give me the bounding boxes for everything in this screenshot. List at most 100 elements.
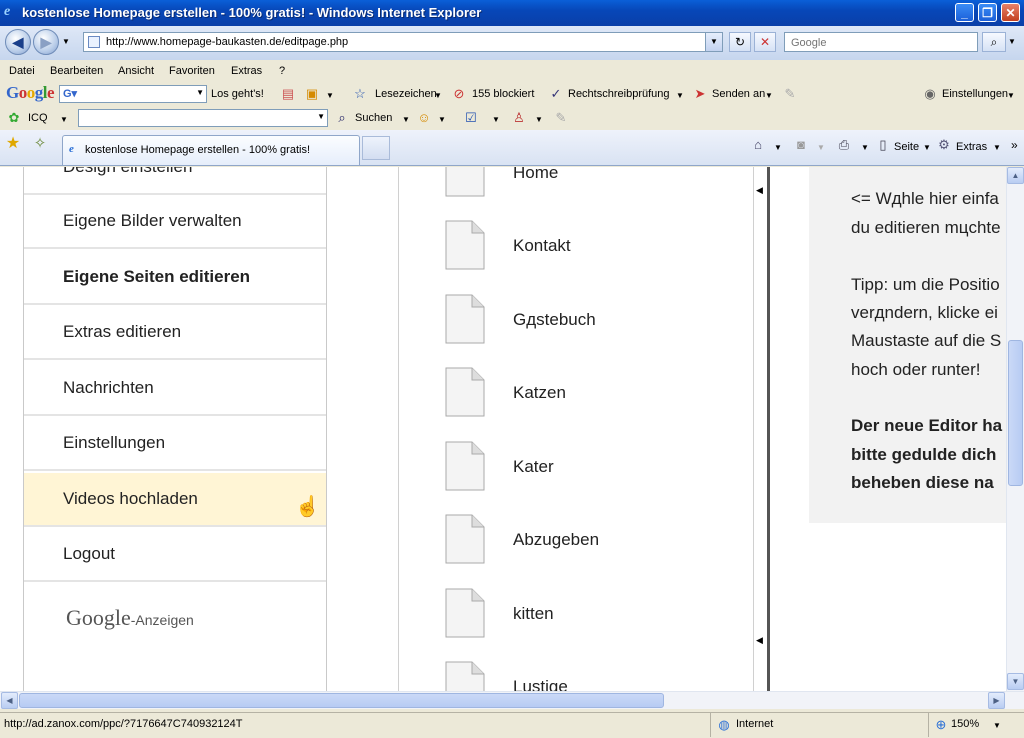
popup-blocker-icon[interactable]: ⊘ bbox=[451, 86, 467, 102]
google-search-button[interactable]: Los geht's! bbox=[211, 88, 264, 100]
search-box[interactable] bbox=[784, 32, 978, 52]
list-item[interactable]: Home bbox=[445, 167, 745, 221]
address-dropdown-icon[interactable]: ▼ bbox=[705, 33, 722, 51]
back-button[interactable]: ◀ bbox=[5, 29, 31, 55]
search-input[interactable] bbox=[789, 34, 973, 52]
user-icon[interactable]: ♙ bbox=[511, 110, 527, 126]
page-menu-icon[interactable]: ▯ bbox=[875, 137, 891, 153]
sidebar-item-images[interactable]: Eigene Bilder verwalten bbox=[24, 195, 326, 249]
new-tab-button[interactable] bbox=[362, 136, 390, 160]
vertical-scroll-thumb[interactable] bbox=[1008, 340, 1023, 486]
scroll-up-button[interactable]: ▲ bbox=[1007, 167, 1024, 184]
close-button[interactable]: ✕ bbox=[1001, 3, 1020, 22]
emoticon-icon[interactable]: ☺ bbox=[416, 110, 432, 126]
spellcheck-dropdown-icon[interactable]: ▼ bbox=[676, 91, 684, 100]
forward-button[interactable]: ▶ bbox=[33, 29, 59, 55]
google-ads-link[interactable]: Google-Anzeigen bbox=[66, 605, 194, 631]
maximize-button[interactable]: ❐ bbox=[978, 3, 997, 22]
emoticon-dropdown-icon[interactable]: ▼ bbox=[438, 115, 446, 124]
add-favorites-icon[interactable]: ✧ bbox=[32, 136, 48, 152]
minimize-button[interactable]: _ bbox=[955, 3, 974, 22]
settings-dropdown-icon[interactable]: ▼ bbox=[1007, 91, 1015, 100]
home-dropdown-icon[interactable]: ▼ bbox=[774, 143, 782, 152]
icq-search-options-icon[interactable]: ▼ bbox=[402, 115, 410, 124]
user-dropdown-icon[interactable]: ▼ bbox=[535, 115, 543, 124]
google-search-field[interactable]: G▾ ▼ bbox=[59, 85, 207, 103]
scroll-left-button[interactable]: ◀ bbox=[1, 692, 18, 709]
checkbox-icon[interactable]: ☑ bbox=[463, 110, 479, 126]
tab-active[interactable]: e kostenlose Homepage erstellen - 100% g… bbox=[62, 135, 360, 165]
tools-dropdown-icon[interactable]: ▼ bbox=[993, 143, 1001, 152]
send-dropdown-icon[interactable]: ▼ bbox=[765, 91, 773, 100]
favorites-star-icon[interactable]: ★ bbox=[5, 136, 21, 152]
popup-blocked-count[interactable]: 155 blockiert bbox=[472, 88, 534, 100]
bookmarks-button[interactable]: Lesezeichen bbox=[375, 88, 437, 100]
horizontal-scroll-thumb[interactable] bbox=[19, 693, 664, 708]
list-item[interactable]: Kater bbox=[445, 441, 745, 515]
sidebar-item-extras[interactable]: Extras editieren bbox=[24, 306, 326, 360]
vertical-scrollbar[interactable]: ▲ ▼ bbox=[1006, 167, 1024, 691]
address-bar[interactable]: http://www.homepage-baukasten.de/editpag… bbox=[83, 32, 723, 52]
feeds-icon[interactable]: ◙ bbox=[793, 137, 809, 153]
sidebar-item-design[interactable]: Design einstellen bbox=[24, 167, 326, 195]
sidebar-item-videos[interactable]: Videos hochladen bbox=[24, 473, 326, 527]
refresh-button[interactable]: ↻ bbox=[729, 32, 751, 52]
address-url[interactable]: http://www.homepage-baukasten.de/editpag… bbox=[106, 36, 348, 48]
spellcheck-button[interactable]: Rechtschreibprüfung bbox=[568, 88, 670, 100]
google-search-dropdown-icon[interactable]: ▼ bbox=[196, 88, 204, 97]
pagerank-dropdown-icon[interactable]: ▼ bbox=[326, 91, 334, 100]
tools-menu-button[interactable]: Extras bbox=[956, 141, 987, 153]
zoom-level[interactable]: 150% bbox=[951, 718, 979, 730]
pen-icon[interactable]: ✎ bbox=[553, 110, 569, 126]
icq-search-field[interactable]: ▼ bbox=[78, 109, 328, 127]
settings-icon[interactable]: ◉ bbox=[922, 86, 938, 102]
highlight-icon[interactable]: ✎ bbox=[782, 86, 798, 102]
icq-flower-icon[interactable]: ✿ bbox=[6, 110, 22, 126]
icq-dropdown-icon[interactable]: ▼ bbox=[60, 115, 68, 124]
news-icon[interactable]: ▤ bbox=[280, 86, 296, 102]
bookmarks-dropdown-icon[interactable]: ▼ bbox=[434, 91, 442, 100]
icq-search-dropdown-icon[interactable]: ▼ bbox=[317, 112, 325, 121]
toolbar-chevron-icon[interactable]: » bbox=[1011, 138, 1018, 152]
menu-tools[interactable]: Extras bbox=[231, 65, 262, 77]
menu-edit[interactable]: Bearbeiten bbox=[50, 65, 103, 77]
pagerank-icon[interactable]: ▣ bbox=[304, 86, 320, 102]
sidebar-item-logout[interactable]: Logout bbox=[24, 528, 326, 582]
list-item[interactable]: Lustige bbox=[445, 661, 745, 691]
zoom-dropdown-icon[interactable]: ▼ bbox=[993, 721, 1001, 730]
panel-divider[interactable] bbox=[767, 167, 770, 691]
scroll-down-button[interactable]: ▼ bbox=[1007, 673, 1024, 690]
home-icon[interactable]: ⌂ bbox=[750, 137, 766, 153]
sidebar-item-pages[interactable]: Eigene Seiten editieren bbox=[24, 251, 326, 305]
menu-help[interactable]: ? bbox=[279, 65, 285, 77]
search-icon[interactable]: ⌕ bbox=[982, 32, 1006, 52]
checkbox-dropdown-icon[interactable]: ▼ bbox=[492, 115, 500, 124]
icq-search-button[interactable]: Suchen bbox=[355, 112, 392, 124]
page-menu-button[interactable]: Seite bbox=[894, 141, 919, 153]
settings-button[interactable]: Einstellungen bbox=[942, 88, 1008, 100]
menu-file[interactable]: Datei bbox=[9, 65, 35, 77]
sidebar-item-messages[interactable]: Nachrichten bbox=[24, 362, 326, 416]
spellcheck-icon[interactable]: ✓ bbox=[548, 86, 564, 102]
menu-favorites[interactable]: Favoriten bbox=[169, 65, 215, 77]
list-item[interactable]: Gдstebuch bbox=[445, 294, 745, 368]
list-item[interactable]: Kontakt bbox=[445, 220, 745, 294]
menu-view[interactable]: Ansicht bbox=[118, 65, 154, 77]
resize-arrow-icon[interactable]: ◀ bbox=[756, 185, 763, 196]
feeds-dropdown-icon[interactable]: ▼ bbox=[817, 143, 825, 152]
send-icon[interactable]: ➤ bbox=[692, 86, 708, 102]
list-item[interactable]: Katzen bbox=[445, 367, 745, 441]
history-dropdown-icon[interactable]: ▼ bbox=[62, 37, 70, 46]
icq-button[interactable]: ICQ bbox=[28, 112, 48, 124]
print-dropdown-icon[interactable]: ▼ bbox=[861, 143, 869, 152]
send-button[interactable]: Senden an bbox=[712, 88, 765, 100]
print-icon[interactable]: ⎙ bbox=[836, 137, 852, 153]
horizontal-scrollbar[interactable]: ◀ ▶ bbox=[0, 691, 1024, 709]
resize-arrow-icon[interactable]: ◀ bbox=[756, 635, 763, 646]
zoom-icon[interactable]: ⊕ bbox=[933, 717, 949, 733]
page-menu-dropdown-icon[interactable]: ▼ bbox=[923, 143, 931, 152]
scroll-right-button[interactable]: ▶ bbox=[988, 692, 1005, 709]
sidebar-item-settings[interactable]: Einstellungen bbox=[24, 417, 326, 471]
list-item[interactable]: Abzugeben bbox=[445, 514, 745, 588]
stop-button[interactable]: ✕ bbox=[754, 32, 776, 52]
